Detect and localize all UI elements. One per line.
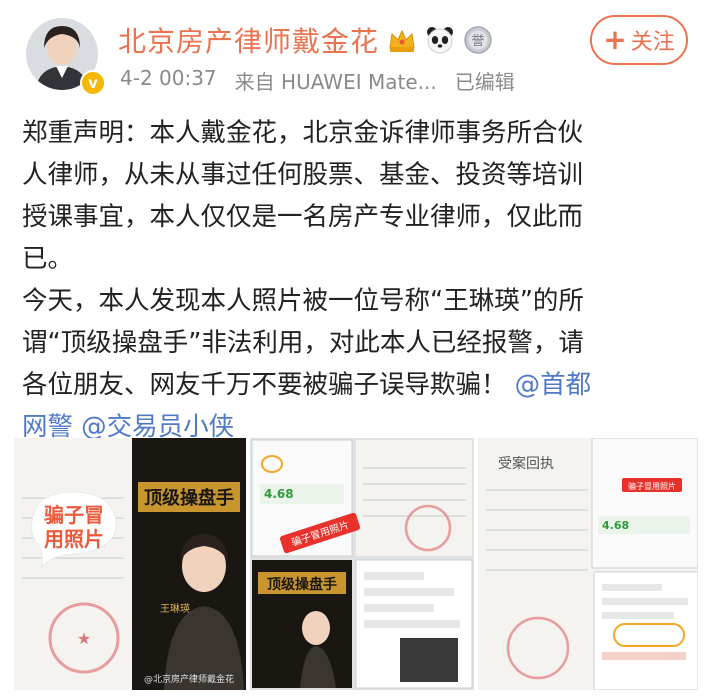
post-line: 今天，本人发现本人照片被一位号称“王琳瑛”的所 (22, 286, 584, 316)
post-line: 各位朋友、网友千万不要被骗子误导欺骗！ (22, 370, 507, 400)
sticker-line-2: 用照片 (44, 527, 104, 551)
post-line: 授课事宜，本人仅仅是一名房产专业律师，仅此而 (22, 202, 584, 232)
post-body: 郑重声明：本人戴金花，北京金诉律师事务所合伙 人律师，从未从事过任何股票、基金、… (22, 112, 692, 448)
image-watermark: @北京房产律师戴金花 (144, 673, 234, 685)
medal-badge-icon[interactable]: 誉 (463, 25, 493, 55)
post-image-2[interactable]: 4.68 骗子冒用照片 顶级操盘手 (250, 438, 474, 690)
panda-icon[interactable] (425, 25, 455, 55)
post-line: 郑重声明：本人戴金花，北京金诉律师事务所合伙 (22, 118, 584, 148)
post-header: v 北京房产律师戴金花 誉 4-2 00:37 来自 HUAWEI Mate..… (0, 0, 708, 110)
username-row: 北京房产律师戴金花 誉 (118, 20, 493, 60)
post-meta: 4-2 00:37 来自 HUAWEI Mate... 已编辑 (120, 66, 515, 95)
post-line: 已。 (22, 244, 74, 274)
post-image-1[interactable]: ★ 顶级操盘手 王琳瑛 @北京房产律师戴金花 骗子冒 用照片 (14, 438, 246, 690)
svg-text:4.68: 4.68 (264, 487, 294, 501)
follow-button[interactable]: + 关注 (590, 15, 688, 65)
post-image-3[interactable]: 受案回执 4.68 骗子冒用照片 (478, 438, 698, 690)
plus-icon: + (603, 23, 627, 56)
edited-label[interactable]: 已编辑 (455, 66, 515, 95)
svg-text:★: ★ (77, 629, 91, 648)
medal-char: 誉 (472, 34, 485, 49)
post-line: 谓“顶级操盘手”非法利用，对此本人已经报警，请 (22, 328, 584, 358)
post-line-with-mention: 各位朋友、网友千万不要被骗子误导欺骗！ @首都 (22, 364, 692, 406)
image-grid: ★ 顶级操盘手 王琳瑛 @北京房产律师戴金花 骗子冒 用照片 4.68 骗子冒用… (14, 438, 698, 690)
poster-title-small: 顶级操盘手 (267, 576, 337, 593)
crown-badge-icon[interactable] (387, 25, 417, 55)
post-line: 人律师，从未从事过任何股票、基金、投资等培训 (22, 160, 584, 190)
post-source: 来自 HUAWEI Mate... (234, 70, 437, 94)
sticker-line-1: 骗子冒 (44, 503, 104, 527)
follow-label: 关注 (630, 30, 675, 55)
poster-title: 顶级操盘手 (144, 487, 234, 509)
post-time[interactable]: 4-2 00:37 (120, 66, 217, 95)
avatar[interactable]: v (26, 18, 106, 98)
username[interactable]: 北京房产律师戴金花 (118, 20, 379, 60)
verified-badge: v (80, 70, 106, 96)
poster-name: 王琳瑛 (160, 602, 190, 615)
mention-link[interactable]: @首都 (515, 370, 592, 400)
svg-text:4.68: 4.68 (602, 519, 629, 532)
tag-label: 骗子冒用照片 (628, 481, 676, 491)
doc-title: 受案回执 (498, 455, 554, 472)
